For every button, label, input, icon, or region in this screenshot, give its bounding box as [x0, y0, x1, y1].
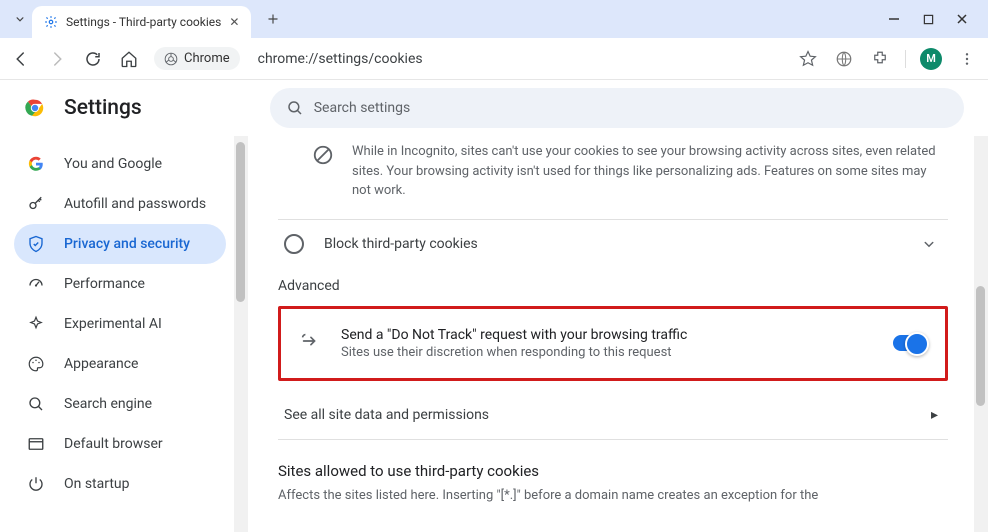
sidebar-item-label: Performance [64, 276, 145, 292]
forward-arrow-icon [299, 330, 321, 352]
site-chip-label: Chrome [184, 51, 230, 66]
palette-icon [26, 354, 46, 374]
window-minimize-icon[interactable] [886, 13, 902, 25]
window-controls [886, 13, 980, 25]
dnt-toggle-on[interactable] [893, 335, 927, 351]
sparkle-icon [26, 314, 46, 334]
key-icon [26, 194, 46, 214]
chevron-right-icon: ▸ [931, 407, 938, 423]
forward-button[interactable] [46, 48, 68, 70]
sidebar-item-shield[interactable]: Privacy and security [14, 224, 226, 264]
dnt-subtitle: Sites use their discretion when respondi… [341, 345, 687, 360]
allowed-sites-heading: Sites allowed to use third-party cookies [278, 440, 948, 480]
sidebar-item-label: Experimental AI [64, 316, 162, 332]
advanced-section-label: Advanced [278, 268, 948, 306]
back-button[interactable] [10, 48, 32, 70]
sidebar-item-search[interactable]: Search engine [14, 384, 226, 424]
sidebar-item-label: Appearance [64, 356, 138, 372]
sidebar-item-label: Search engine [64, 396, 152, 412]
sidebar-item-label: Autofill and passwords [64, 196, 206, 212]
block-cookies-label: Block third-party cookies [324, 236, 478, 252]
sidebar-item-label: You and Google [64, 156, 162, 172]
home-button[interactable] [118, 48, 140, 70]
dnt-title: Send a "Do Not Track" request with your … [341, 327, 687, 343]
kebab-menu-icon[interactable] [956, 48, 978, 70]
search-placeholder: Search settings [314, 100, 411, 116]
toolbar-divider [905, 50, 906, 68]
settings-gear-icon [44, 15, 58, 29]
speed-icon [26, 274, 46, 294]
block-cookies-option[interactable]: Block third-party cookies [278, 219, 948, 268]
sidebar-item-palette[interactable]: Appearance [14, 344, 226, 384]
site-data-link[interactable]: See all site data and permissions ▸ [278, 391, 948, 440]
window-icon [26, 434, 46, 454]
incognito-info-row: While in Incognito, sites can't use your… [278, 136, 948, 219]
power-icon [26, 474, 46, 494]
chrome-icon [164, 52, 178, 66]
tab-list-dropdown[interactable] [8, 7, 32, 31]
sidebar-item-google[interactable]: You and Google [14, 144, 226, 184]
settings-content: While in Incognito, sites can't use your… [248, 136, 974, 532]
sidebar-item-window[interactable]: Default browser [14, 424, 226, 464]
blocked-circle-icon [312, 144, 334, 166]
settings-sidebar: You and Google Autofill and passwords Priv… [0, 136, 234, 532]
search-icon [26, 394, 46, 414]
address-bar[interactable]: chrome://settings/cookies [254, 51, 783, 67]
incognito-info-text: While in Incognito, sites can't use your… [352, 142, 948, 201]
sidebar-scrollbar[interactable] [234, 136, 248, 532]
google-icon [26, 154, 46, 174]
dnt-setting-row[interactable]: Send a "Do Not Track" request with your … [283, 311, 943, 376]
radio-unchecked-icon [284, 234, 304, 254]
settings-header: Settings Search settings [0, 80, 988, 136]
chrome-logo-icon [24, 97, 46, 119]
site-data-label: See all site data and permissions [284, 407, 489, 423]
browser-tab[interactable]: Settings - Third-party cookies ✕ [32, 6, 251, 38]
sidebar-item-speed[interactable]: Performance [14, 264, 226, 304]
page-title: Settings [64, 96, 142, 120]
sidebar-item-power[interactable]: On startup [14, 464, 226, 504]
site-chip[interactable]: Chrome [154, 47, 240, 70]
reload-button[interactable] [82, 48, 104, 70]
window-maximize-icon[interactable] [920, 13, 936, 25]
window-title-bar: Settings - Third-party cookies ✕ [0, 0, 988, 38]
settings-search-input[interactable]: Search settings [270, 88, 964, 128]
sidebar-item-label: Default browser [64, 436, 163, 452]
shield-icon [26, 234, 46, 254]
sidebar-item-key[interactable]: Autofill and passwords [14, 184, 226, 224]
content-scrollbar[interactable] [974, 136, 988, 532]
globe-icon[interactable] [833, 48, 855, 70]
allowed-sites-description: Affects the sites listed here. Inserting… [278, 480, 948, 506]
expand-chevron-icon[interactable] [920, 235, 938, 253]
tab-title: Settings - Third-party cookies [66, 15, 221, 29]
new-tab-button[interactable] [259, 5, 287, 33]
bookmark-star-icon[interactable] [797, 48, 819, 70]
browser-toolbar: Chrome chrome://settings/cookies M [0, 38, 988, 80]
window-close-icon[interactable] [954, 13, 970, 25]
search-icon [286, 99, 304, 117]
sidebar-item-label: Privacy and security [64, 236, 190, 252]
tab-close-icon[interactable]: ✕ [229, 15, 239, 29]
profile-avatar[interactable]: M [920, 48, 942, 70]
sidebar-item-label: On startup [64, 476, 130, 492]
sidebar-item-sparkle[interactable]: Experimental AI [14, 304, 226, 344]
extensions-icon[interactable] [869, 48, 891, 70]
highlight-annotation: Send a "Do Not Track" request with your … [278, 306, 948, 381]
